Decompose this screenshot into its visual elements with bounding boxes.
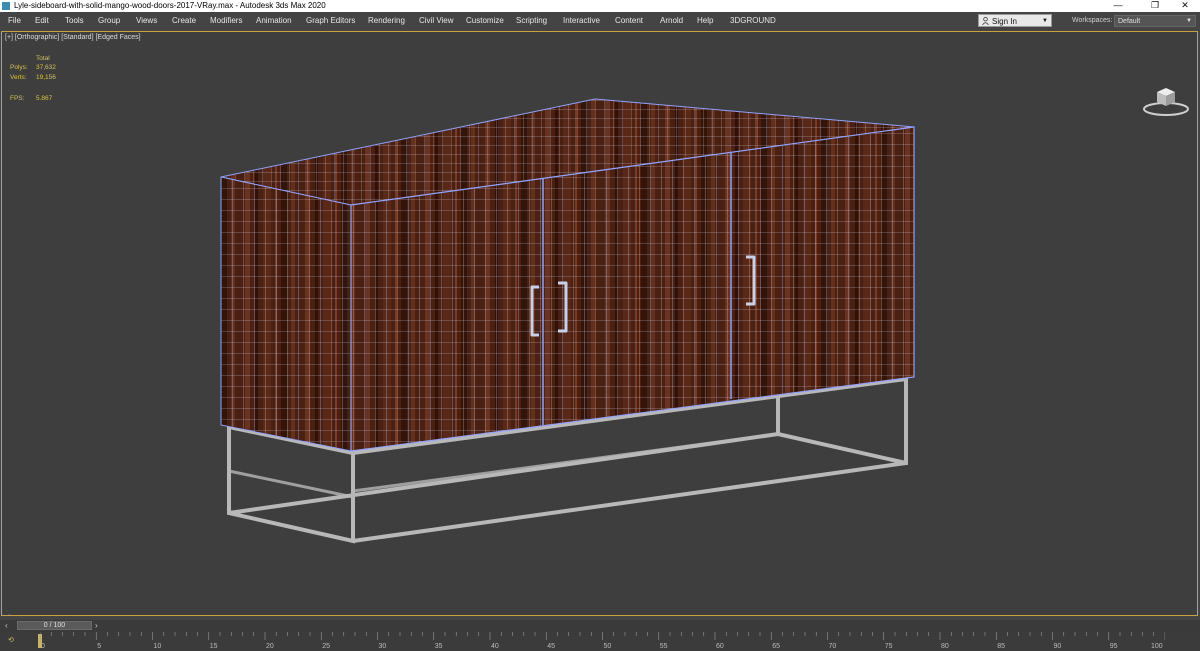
chevron-down-icon: ▼ xyxy=(1042,18,1048,24)
menu-interactive[interactable]: Interactive xyxy=(563,16,600,25)
menu-help[interactable]: Help xyxy=(697,16,713,25)
ruler-tick-label: 20 xyxy=(266,643,274,650)
ruler-tick-label: 30 xyxy=(379,643,387,650)
track-bar[interactable]: ⟲ 0 5 10 15 20 25 30 35 40 45 50 55 60 65 70 75 80 85 90 95… xyxy=(0,632,1200,651)
menu-content[interactable]: Content xyxy=(615,16,643,25)
viewport[interactable]: [+] [Orthographic] [Standard] [Edged Fac… xyxy=(1,31,1198,616)
menu-animation[interactable]: Animation xyxy=(256,16,292,25)
ruler-tick-label: 0 xyxy=(41,643,45,650)
workspaces-value: Default xyxy=(1118,18,1141,25)
menu-arnold[interactable]: Arnold xyxy=(660,16,683,25)
menu-3dground[interactable]: 3DGROUND xyxy=(730,16,776,25)
time-slider-thumb[interactable]: 0 / 100 xyxy=(17,621,92,630)
chevron-left-icon[interactable]: ‹ xyxy=(5,621,14,631)
ruler-tick-label: 5 xyxy=(97,643,101,650)
menu-modifiers[interactable]: Modifiers xyxy=(210,16,242,25)
scene-canvas[interactable] xyxy=(2,32,1198,616)
ruler-tick-label: 60 xyxy=(716,643,724,650)
menu-graph-editors[interactable]: Graph Editors xyxy=(306,16,355,25)
minimize-button[interactable]: — xyxy=(1103,0,1133,12)
menu-customize[interactable]: Customize xyxy=(466,16,504,25)
ruler-tick-label: 75 xyxy=(885,643,893,650)
title-bar: Lyle-sideboard-with-solid-mango-wood-doo… xyxy=(0,0,1200,12)
ruler-tick-label: 25 xyxy=(322,643,330,650)
key-filter-icon[interactable]: ⟲ xyxy=(8,635,26,646)
ruler-tick-label: 70 xyxy=(829,643,837,650)
ruler-tick-label: 85 xyxy=(997,643,1005,650)
menu-group[interactable]: Group xyxy=(98,16,120,25)
app-icon xyxy=(2,2,10,10)
chevron-down-icon: ▼ xyxy=(1186,18,1192,24)
menu-create[interactable]: Create xyxy=(172,16,196,25)
menu-civil-view[interactable]: Civil View xyxy=(419,16,454,25)
menu-rendering[interactable]: Rendering xyxy=(368,16,405,25)
axis-tripod-icon xyxy=(8,614,10,615)
menu-scripting[interactable]: Scripting xyxy=(516,16,547,25)
ruler-tick-label: 35 xyxy=(435,643,443,650)
ruler-tick-label: 95 xyxy=(1110,643,1118,650)
ruler-tick-label: 45 xyxy=(547,643,555,650)
timeline-ruler[interactable]: 0 5 10 15 20 25 30 35 40 45 50 55 60 65 70 75 80 85 90 95 10… xyxy=(40,632,1165,651)
workspaces-select[interactable]: Default ▼ xyxy=(1114,15,1196,27)
menu-tools[interactable]: Tools xyxy=(65,16,84,25)
workspaces-label: Workspaces: xyxy=(1072,17,1113,24)
ruler-tick-label: 15 xyxy=(210,643,218,650)
close-button[interactable]: ✕ xyxy=(1170,0,1200,12)
menu-views[interactable]: Views xyxy=(136,16,157,25)
time-slider[interactable]: ‹ 0 / 100 › xyxy=(0,620,1200,632)
sign-in-dropdown[interactable]: Sign In ▼ xyxy=(978,14,1052,27)
window-title: Lyle-sideboard-with-solid-mango-wood-doo… xyxy=(14,1,326,10)
cabinet-side[interactable] xyxy=(220,176,352,452)
menu-file[interactable]: File xyxy=(8,16,21,25)
restore-button[interactable]: ❐ xyxy=(1140,0,1170,12)
chevron-right-icon[interactable]: › xyxy=(95,621,104,631)
ruler-tick-label: 10 xyxy=(154,643,162,650)
ruler-tick-label: 100 xyxy=(1151,643,1163,650)
ruler-tick-label: 40 xyxy=(491,643,499,650)
ruler-tick-label: 50 xyxy=(604,643,612,650)
ruler-tick-label: 80 xyxy=(941,643,949,650)
user-icon xyxy=(982,17,989,25)
viewcube-icon[interactable] xyxy=(1140,82,1192,118)
sign-in-label: Sign In xyxy=(992,17,1017,26)
ruler-tick-label: 90 xyxy=(1054,643,1062,650)
ruler-tick-label: 55 xyxy=(660,643,668,650)
menu-edit[interactable]: Edit xyxy=(35,16,49,25)
ruler-tick-label: 65 xyxy=(772,643,780,650)
